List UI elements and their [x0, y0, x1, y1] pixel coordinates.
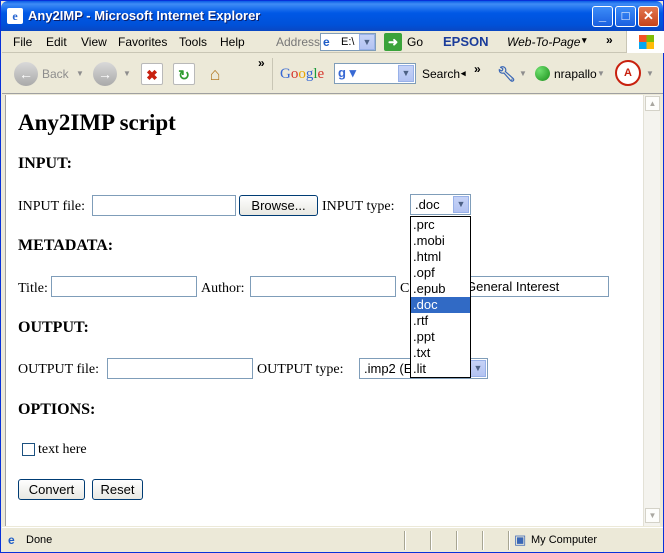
options-section-heading: OPTIONS:	[18, 401, 96, 418]
category-value: General Interest	[466, 279, 560, 294]
google-logo: Google	[280, 66, 325, 82]
category-field[interactable]: General Interest	[461, 276, 609, 297]
home-icon[interactable]: ⌂	[204, 63, 226, 85]
windows-logo	[626, 31, 664, 53]
web-to-page-button[interactable]: Web-To-Page	[507, 35, 580, 49]
my-computer-icon: ▣	[514, 532, 527, 547]
dropdown-option[interactable]: .lit	[411, 361, 470, 377]
go-button[interactable]: Go	[407, 35, 423, 49]
back-dropdown-icon[interactable]: ▼	[76, 69, 84, 78]
input-file-label: INPUT file:	[18, 199, 86, 214]
output-section-heading: OUTPUT:	[18, 319, 89, 336]
close-button[interactable]: ✕	[638, 6, 659, 27]
dropdown-option[interactable]: .txt	[411, 345, 470, 361]
address-label: Address	[276, 35, 321, 49]
back-arrow-icon[interactable]: ←	[14, 62, 38, 86]
chevron-down-icon[interactable]: ▼	[470, 360, 486, 377]
scroll-up-icon[interactable]: ▲	[645, 96, 660, 111]
output-file-label: OUTPUT file:	[18, 362, 100, 377]
google-g-icon: g ▾	[338, 65, 357, 80]
toolbar-overflow-icon[interactable]: »	[258, 56, 265, 70]
output-file-field[interactable]	[107, 358, 253, 379]
checkbox-label: text here	[38, 442, 87, 457]
input-type-label: INPUT type:	[322, 199, 395, 214]
wrench-icon[interactable]: 🔧︎	[497, 65, 516, 83]
vertical-scrollbar[interactable]: ▲ ▼	[643, 95, 660, 526]
google-search-dropdown[interactable]: ▼	[398, 65, 414, 82]
chevron-down-icon[interactable]: ▼	[453, 196, 469, 213]
status-text: Done	[26, 534, 53, 546]
dropdown-option-selected[interactable]: .doc	[411, 297, 470, 313]
forward-arrow-icon[interactable]: →	[93, 62, 117, 86]
menu-view[interactable]: View	[81, 35, 107, 49]
dropdown-option[interactable]: .html	[411, 249, 470, 265]
output-type-value: .imp2 (E	[364, 361, 413, 376]
ie-icon: e	[7, 8, 23, 24]
dropdown-option[interactable]: .opf	[411, 265, 470, 281]
dropdown-option[interactable]: .mobi	[411, 233, 470, 249]
user-account-button[interactable]: nrapallo	[554, 67, 597, 81]
menu-tools[interactable]: Tools	[179, 35, 207, 49]
dropdown-option[interactable]: .rtf	[411, 313, 470, 329]
security-zone-text: My Computer	[531, 534, 598, 546]
page-title: Any2IMP script	[18, 110, 176, 135]
pdf-dropdown-icon[interactable]: ▼	[646, 69, 654, 78]
search-options-icon[interactable]: ◂	[461, 68, 466, 79]
category-label: C	[400, 281, 410, 296]
menu-help[interactable]: Help	[220, 35, 245, 49]
input-file-field[interactable]	[92, 195, 236, 216]
menu-favorites[interactable]: Favorites	[118, 35, 167, 49]
dropdown-option[interactable]: .prc	[411, 217, 470, 233]
chevron-down-icon[interactable]: ▾	[582, 35, 587, 46]
address-dropdown-button[interactable]: ▼	[359, 34, 375, 50]
epson-label: EPSON	[443, 34, 489, 49]
page-icon: e	[323, 35, 330, 49]
wrench-dropdown-icon[interactable]: ▼	[519, 69, 527, 78]
search-button[interactable]: Search	[422, 67, 460, 81]
forward-dropdown-icon[interactable]: ▼	[123, 69, 131, 78]
go-arrow-icon[interactable]: ➜	[384, 33, 402, 51]
window-title: Any2IMP - Microsoft Internet Explorer	[28, 8, 261, 23]
title-label: Title:	[18, 281, 48, 296]
output-type-label: OUTPUT type:	[257, 362, 344, 377]
author-label: Author:	[201, 281, 245, 296]
maximize-button[interactable]: □	[615, 6, 636, 27]
minimize-button[interactable]: _	[592, 6, 613, 27]
user-dropdown-icon[interactable]: ▼	[597, 69, 605, 78]
status-bar: e Done ▣ My Computer	[2, 527, 663, 552]
pdf-icon[interactable]: A	[615, 60, 641, 86]
page-done-icon: e	[8, 533, 15, 547]
user-status-icon	[535, 66, 550, 81]
input-type-value: .doc	[415, 197, 440, 212]
address-value: E:\	[341, 36, 355, 48]
menu-bar: File Edit View Favorites Tools Help Addr…	[2, 31, 664, 53]
browse-button[interactable]: Browse...	[239, 195, 318, 216]
stop-icon[interactable]: ✖	[141, 63, 163, 85]
menu-edit[interactable]: Edit	[46, 35, 67, 49]
input-type-dropdown-list[interactable]: .prc .mobi .html .opf .epub .doc .rtf .p…	[410, 216, 471, 378]
input-type-select[interactable]: .doc ▼	[410, 194, 471, 215]
reset-button[interactable]: Reset	[92, 479, 143, 500]
title-field[interactable]	[51, 276, 197, 297]
toolbar-divider	[272, 58, 273, 90]
standard-toolbar: ← Back ▼ → ▼ ✖ ↻ ⌂ » Google g ▾ ▼ Search…	[2, 54, 663, 94]
convert-button[interactable]: Convert	[18, 479, 85, 500]
browser-window: e Any2IMP - Microsoft Internet Explorer …	[0, 0, 664, 553]
page-content: Any2IMP script INPUT: INPUT file: Browse…	[5, 95, 643, 526]
dropdown-option[interactable]: .ppt	[411, 329, 470, 345]
input-section-heading: INPUT:	[18, 155, 72, 172]
google-search-field[interactable]: g ▾ ▼	[334, 63, 416, 84]
metadata-section-heading: METADATA:	[18, 237, 114, 254]
scroll-down-icon[interactable]: ▼	[645, 508, 660, 523]
dropdown-option[interactable]: .epub	[411, 281, 470, 297]
menu-file[interactable]: File	[13, 35, 32, 49]
overflow-chevron-icon[interactable]: »	[606, 33, 613, 47]
google-overflow-icon[interactable]: »	[474, 62, 481, 76]
option-checkbox[interactable]	[22, 443, 35, 456]
back-button[interactable]: Back	[42, 67, 69, 81]
refresh-icon[interactable]: ↻	[173, 63, 195, 85]
author-field[interactable]	[250, 276, 396, 297]
title-bar: e Any2IMP - Microsoft Internet Explorer …	[1, 1, 663, 31]
